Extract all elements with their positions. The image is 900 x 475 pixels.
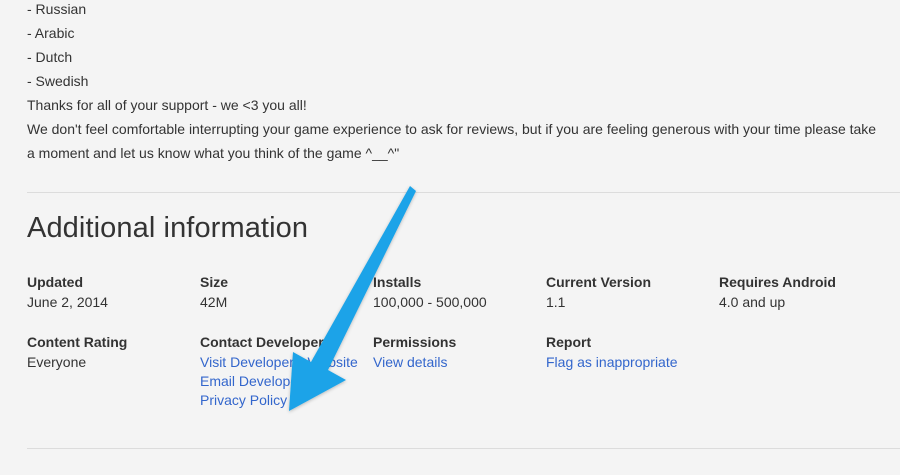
email-developer-link[interactable]: Email Developer bbox=[200, 372, 370, 391]
view-permission-details-link[interactable]: View details bbox=[373, 353, 543, 372]
info-value: Everyone bbox=[27, 354, 87, 370]
info-value: June 2, 2014 bbox=[27, 294, 108, 310]
section-divider bbox=[27, 448, 900, 449]
section-title: Additional information bbox=[27, 212, 309, 244]
info-contact-developer: Contact Developer Visit Developer's Webs… bbox=[200, 332, 370, 410]
info-value: 100,000 - 500,000 bbox=[373, 294, 487, 310]
info-content-rating: Content Rating Everyone bbox=[27, 332, 197, 372]
info-updated: Updated June 2, 2014 bbox=[27, 272, 197, 312]
info-current-version: Current Version 1.1 bbox=[546, 272, 716, 312]
section-divider bbox=[27, 192, 900, 193]
info-label: Current Version bbox=[546, 274, 652, 290]
info-label: Requires Android bbox=[719, 274, 836, 290]
info-report: Report Flag as inappropriate bbox=[546, 332, 716, 372]
visit-developer-website-link[interactable]: Visit Developer's Website bbox=[200, 353, 370, 372]
changelog-thanks: Thanks for all of your support - we <3 y… bbox=[27, 97, 307, 113]
info-installs: Installs 100,000 - 500,000 bbox=[373, 272, 543, 312]
info-value: 42M bbox=[200, 294, 228, 310]
info-label: Content Rating bbox=[27, 334, 128, 350]
info-label: Size bbox=[200, 274, 229, 290]
info-label: Permissions bbox=[373, 334, 457, 350]
app-details-page: - Russian - Arabic - Dutch - Swedish Tha… bbox=[0, 0, 900, 475]
whats-new-text: - Russian - Arabic - Dutch - Swedish Tha… bbox=[27, 0, 887, 165]
privacy-policy-link[interactable]: Privacy Policy bbox=[200, 391, 370, 410]
info-label: Report bbox=[546, 334, 592, 350]
info-requires-android: Requires Android 4.0 and up bbox=[719, 272, 889, 312]
changelog-line: - Arabic bbox=[27, 25, 75, 41]
info-label: Contact Developer bbox=[200, 334, 324, 350]
info-label: Installs bbox=[373, 274, 422, 290]
flag-as-inappropriate-link[interactable]: Flag as inappropriate bbox=[546, 353, 716, 372]
info-value: 1.1 bbox=[546, 294, 566, 310]
changelog-review-request: We don't feel comfortable interrupting y… bbox=[27, 121, 877, 161]
changelog-line: - Dutch bbox=[27, 49, 73, 65]
info-value: 4.0 and up bbox=[719, 294, 786, 310]
info-label: Updated bbox=[27, 274, 83, 290]
info-permissions: Permissions View details bbox=[373, 332, 543, 372]
info-size: Size 42M bbox=[200, 272, 370, 312]
changelog-line: - Swedish bbox=[27, 73, 89, 89]
changelog-line: - Russian bbox=[27, 1, 87, 17]
